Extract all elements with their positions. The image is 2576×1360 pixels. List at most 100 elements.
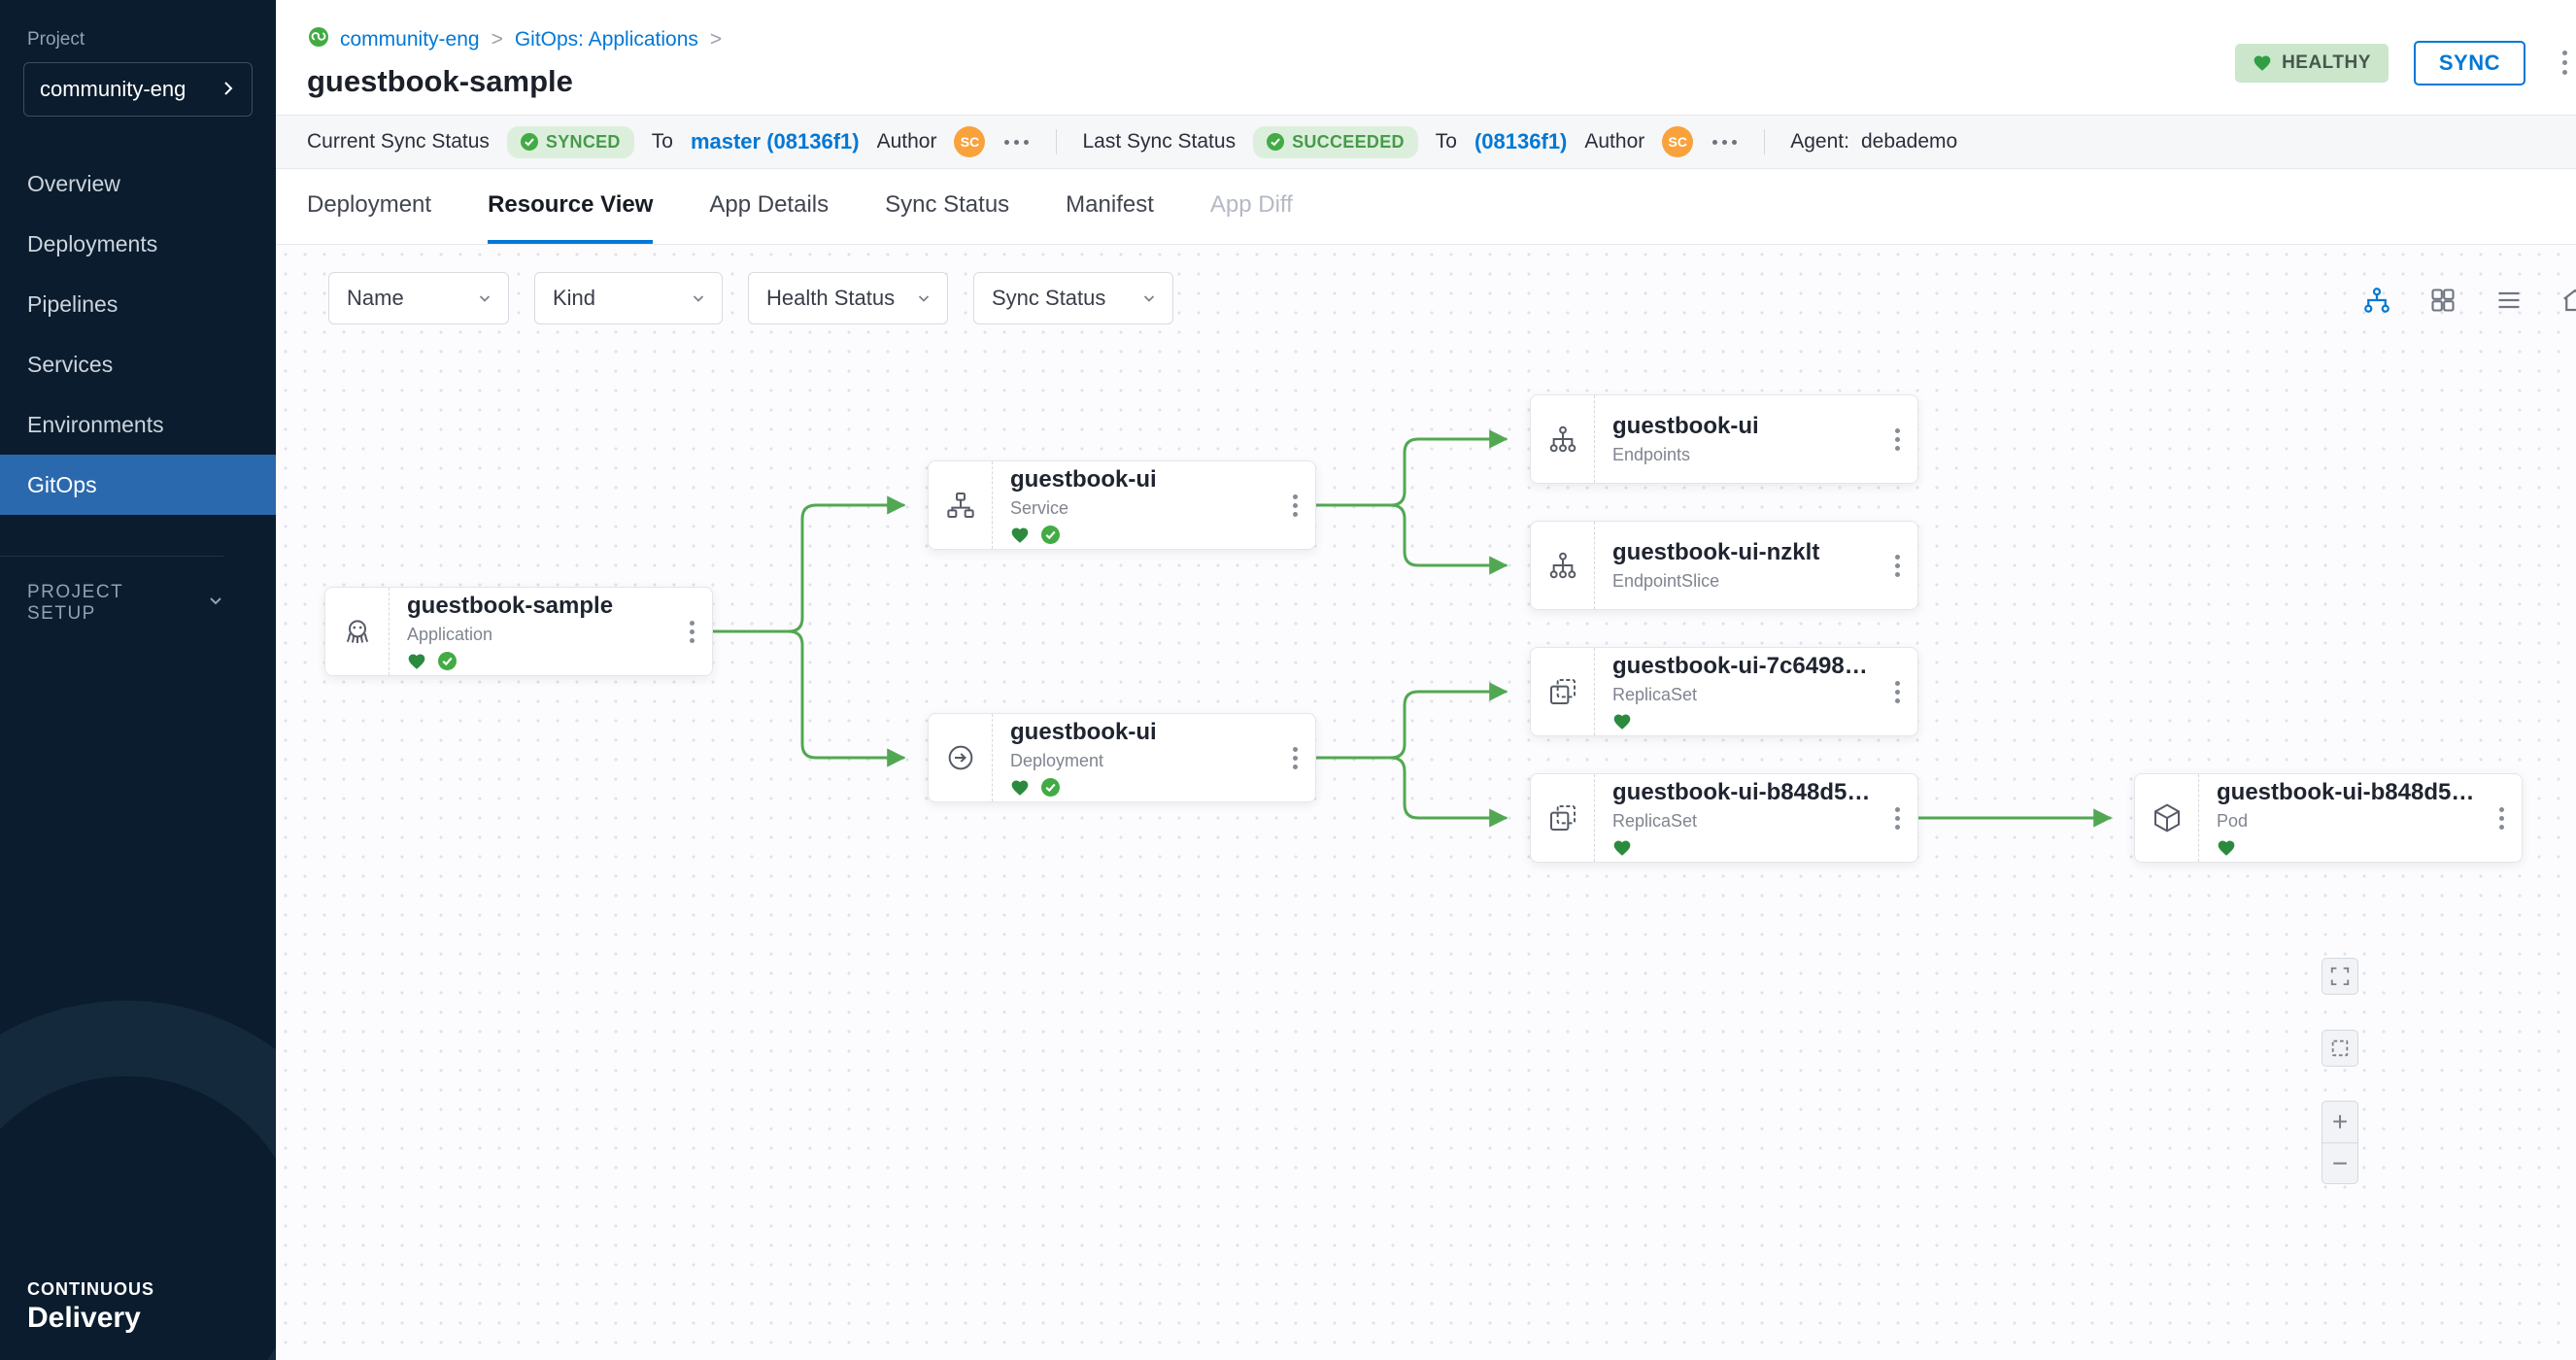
node-title: guestbook-ui-b848d5d9… bbox=[2217, 779, 2475, 806]
sidebar-item-services[interactable]: Services bbox=[0, 334, 276, 394]
node-service-guestbook-ui[interactable]: guestbook-ui Service bbox=[928, 460, 1316, 550]
fullscreen-icon[interactable] bbox=[2322, 958, 2358, 995]
breadcrumb-applications-link[interactable]: GitOps: Applications bbox=[515, 28, 698, 51]
project-setup-toggle[interactable]: PROJECT SETUP bbox=[0, 556, 223, 625]
brand-logo-text: CONTINUOUS Delivery bbox=[27, 1279, 154, 1335]
tab-sync-status[interactable]: Sync Status bbox=[885, 169, 1009, 244]
node-menu-icon[interactable] bbox=[1274, 494, 1315, 517]
zoom-controls: + − bbox=[2322, 1101, 2358, 1184]
health-status-badge: HEALTHY bbox=[2235, 44, 2389, 83]
node-title: guestbook-ui-nzklt bbox=[1612, 539, 1871, 566]
sidebar-item-label: Overview bbox=[27, 171, 120, 197]
synced-check-icon bbox=[1041, 526, 1060, 544]
current-target-revision-link[interactable]: master (08136f1) bbox=[691, 129, 860, 154]
sidebar-item-environments[interactable]: Environments bbox=[0, 394, 276, 455]
synced-badge-label: SYNCED bbox=[546, 132, 621, 153]
sync-more-actions-icon[interactable] bbox=[1002, 134, 1031, 151]
check-circle-icon bbox=[521, 133, 538, 151]
app-tabs: Deployment Resource View App Details Syn… bbox=[276, 169, 2576, 245]
project-selector-value: community-eng bbox=[40, 77, 186, 102]
sidebar-item-pipelines[interactable]: Pipelines bbox=[0, 274, 276, 334]
node-title: guestbook-ui-b848d5d9d bbox=[1612, 779, 1871, 806]
node-endpoints-guestbook-ui[interactable]: guestbook-ui Endpoints bbox=[1530, 394, 1918, 484]
pod-icon bbox=[2135, 774, 2199, 862]
node-kind: ReplicaSet bbox=[1612, 685, 1871, 705]
health-badge-label: HEALTHY bbox=[2282, 52, 2371, 74]
project-label: Project bbox=[27, 29, 276, 51]
author-avatar: SC bbox=[954, 126, 985, 157]
author-label: Author bbox=[877, 130, 937, 153]
to-label: To bbox=[652, 130, 673, 153]
current-sync-status-label: Current Sync Status bbox=[307, 130, 490, 153]
node-pod-guestbook-ui-b848d5d9[interactable]: guestbook-ui-b848d5d9… Pod bbox=[2134, 773, 2523, 863]
sidebar-item-label: Services bbox=[27, 352, 113, 378]
deployment-icon bbox=[929, 714, 993, 801]
page-title: guestbook-sample bbox=[276, 54, 2576, 99]
healthy-heart-icon bbox=[2217, 838, 2236, 858]
tab-resource-view[interactable]: Resource View bbox=[488, 169, 653, 244]
author-avatar: SC bbox=[1662, 126, 1693, 157]
node-kind: Service bbox=[1010, 498, 1269, 519]
succeeded-badge-label: SUCCEEDED bbox=[1292, 132, 1405, 153]
endpointslice-icon bbox=[1531, 522, 1595, 609]
sidebar-item-gitops[interactable]: GitOps bbox=[0, 455, 276, 515]
agent-value: debademo bbox=[1861, 130, 1957, 153]
healthy-heart-icon bbox=[407, 652, 426, 671]
replicaset-icon bbox=[1531, 774, 1595, 862]
node-kind: Pod bbox=[2217, 811, 2475, 832]
node-title: guestbook-sample bbox=[407, 593, 665, 620]
check-circle-icon bbox=[1267, 133, 1284, 151]
service-icon bbox=[929, 461, 993, 549]
node-menu-icon[interactable] bbox=[1274, 747, 1315, 769]
healthy-heart-icon bbox=[1612, 838, 1632, 858]
last-target-revision-link[interactable]: (08136f1) bbox=[1474, 129, 1567, 154]
tab-deployment[interactable]: Deployment bbox=[307, 169, 431, 244]
node-endpointslice-guestbook-ui-nzklt[interactable]: guestbook-ui-nzklt EndpointSlice bbox=[1530, 521, 1918, 610]
breadcrumb-project-link[interactable]: community-eng bbox=[340, 28, 480, 51]
healthy-heart-icon bbox=[1612, 712, 1632, 731]
synced-check-icon bbox=[438, 652, 457, 670]
agent-label: Agent: bbox=[1790, 130, 1849, 153]
node-application-guestbook-sample[interactable]: guestbook-sample Application bbox=[324, 587, 713, 676]
node-kind: EndpointSlice bbox=[1612, 571, 1871, 592]
node-title: guestbook-ui bbox=[1010, 719, 1269, 746]
healthy-heart-icon bbox=[1010, 778, 1030, 798]
zoom-in-button[interactable]: + bbox=[2322, 1102, 2357, 1142]
divider bbox=[1764, 129, 1765, 154]
node-menu-icon[interactable] bbox=[1877, 807, 1917, 830]
node-menu-icon[interactable] bbox=[2481, 807, 2522, 830]
node-menu-icon[interactable] bbox=[1877, 428, 1917, 451]
chevron-down-icon bbox=[208, 593, 223, 614]
synced-check-icon bbox=[1041, 778, 1060, 797]
node-menu-icon[interactable] bbox=[1877, 681, 1917, 703]
resource-tree-canvas[interactable]: Name Kind Health Status Sync Status bbox=[276, 245, 2576, 1360]
chevron-right-icon bbox=[220, 77, 236, 102]
box-select-icon[interactable] bbox=[2322, 1030, 2358, 1067]
node-menu-icon[interactable] bbox=[1877, 555, 1917, 577]
node-replicaset-guestbook-ui-7c64987dc9[interactable]: guestbook-ui-7c64987dc9 ReplicaSet bbox=[1530, 647, 1918, 736]
synced-badge: SYNCED bbox=[507, 126, 634, 158]
node-menu-icon[interactable] bbox=[671, 621, 712, 643]
tab-app-diff: App Diff bbox=[1210, 169, 1293, 244]
node-replicaset-guestbook-ui-b848d5d9d[interactable]: guestbook-ui-b848d5d9d ReplicaSet bbox=[1530, 773, 1918, 863]
node-deployment-guestbook-ui[interactable]: guestbook-ui Deployment bbox=[928, 713, 1316, 802]
tab-manifest[interactable]: Manifest bbox=[1066, 169, 1154, 244]
header-more-options-icon[interactable] bbox=[2555, 51, 2574, 75]
brand-line1: CONTINUOUS bbox=[27, 1279, 154, 1300]
tab-app-details[interactable]: App Details bbox=[709, 169, 829, 244]
sidebar: Project community-eng Overview Deploymen… bbox=[0, 0, 276, 1360]
breadcrumb: community-eng > GitOps: Applications > bbox=[276, 0, 2576, 54]
replicaset-icon bbox=[1531, 648, 1595, 735]
sync-more-actions-icon[interactable] bbox=[1711, 134, 1739, 151]
page-header: community-eng > GitOps: Applications > g… bbox=[276, 0, 2576, 115]
sync-button[interactable]: SYNC bbox=[2414, 41, 2525, 85]
zoom-out-button[interactable]: − bbox=[2322, 1142, 2357, 1183]
sidebar-item-overview[interactable]: Overview bbox=[0, 153, 276, 214]
healthy-heart-icon bbox=[1010, 526, 1030, 545]
to-label: To bbox=[1436, 130, 1457, 153]
node-title: guestbook-ui bbox=[1010, 466, 1269, 493]
sidebar-item-deployments[interactable]: Deployments bbox=[0, 214, 276, 274]
project-selector[interactable]: community-eng bbox=[23, 62, 253, 117]
sidebar-item-label: Environments bbox=[27, 412, 164, 438]
sidebar-item-label: GitOps bbox=[27, 472, 97, 498]
